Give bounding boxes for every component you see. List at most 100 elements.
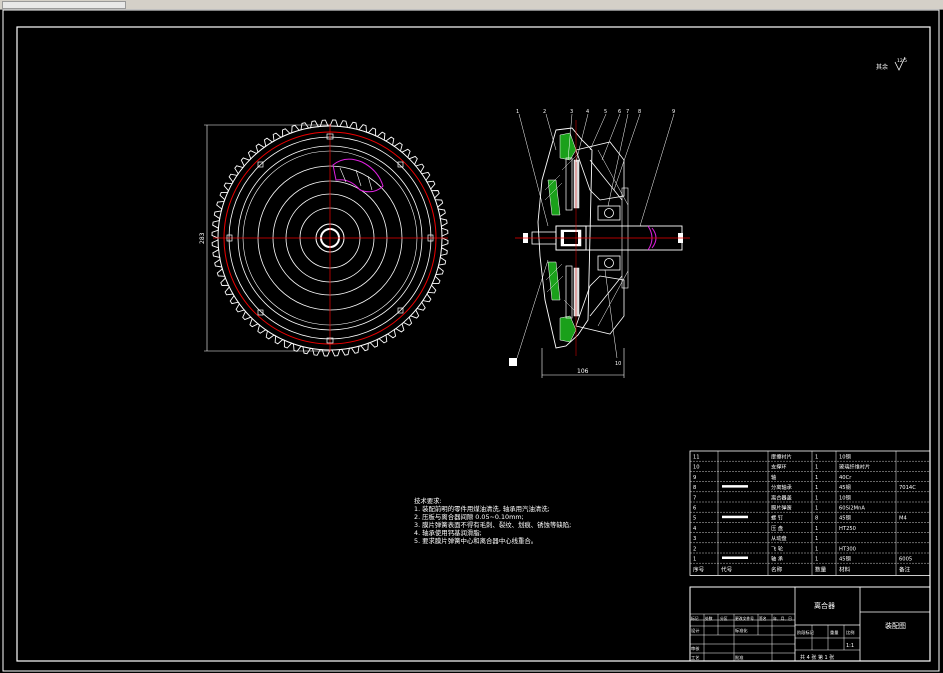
bom-code-bar xyxy=(722,515,748,519)
leader-label-6: 6 xyxy=(618,109,621,115)
bom-cell-material: 40Cr xyxy=(839,475,852,481)
notes-title: 技术要求: xyxy=(414,497,442,505)
outer-frame xyxy=(2,9,940,672)
bom-cell-material: 45钢 xyxy=(839,514,851,522)
bom-cell-no: 8 xyxy=(693,485,696,491)
note-item-5: 5. 要求膜片弹簧中心和离合器中心线重合。 xyxy=(414,537,538,546)
bom-header-name: 名称 xyxy=(771,566,783,574)
bom-cell-name: 压 盘 xyxy=(771,524,783,532)
leader-label-9: 9 xyxy=(672,109,675,115)
drawing-type: 装配图 xyxy=(885,621,906,630)
bom-cell-name: 飞 轮 xyxy=(771,544,783,552)
bom-cell-no: 1 xyxy=(693,557,696,563)
bom-cell-note: 6005 xyxy=(899,557,912,563)
bom-cell-name: 摩擦衬片 xyxy=(771,453,792,461)
tb-label-standard: 标准化 xyxy=(735,627,748,634)
bom-cell-material: 10钢 xyxy=(839,453,851,461)
bom-cell-material: 45钢 xyxy=(839,555,851,563)
tb-label-design: 设计 xyxy=(691,627,699,634)
tb-label-count: 处数 xyxy=(705,616,713,621)
part-name: 离合器 xyxy=(814,601,835,610)
section-width-dim: 106 xyxy=(577,368,589,375)
leader-label-3: 3 xyxy=(570,109,573,115)
leader-label-2: 2 xyxy=(543,109,546,115)
leader-lines xyxy=(516,113,675,359)
bom-cell-no: 10 xyxy=(693,465,700,471)
bom-cell-qty: 1 xyxy=(815,485,818,491)
bom-cell-name: 支撑环 xyxy=(771,463,787,471)
bom-cell-material: 45钢 xyxy=(839,483,851,491)
bom-cell-qty: 1 xyxy=(815,536,818,542)
roughness-label: 其余 xyxy=(876,63,888,71)
bom-cell-name: 从动盘 xyxy=(771,534,787,542)
bom-cell-material: 60Si2MnA xyxy=(839,506,865,512)
bom-cell-no: 6 xyxy=(693,506,696,512)
bom-cell-no: 11 xyxy=(693,455,700,461)
leader-marker xyxy=(509,358,517,366)
leader-label-5: 5 xyxy=(604,109,607,115)
leader-label-10: 10 xyxy=(615,361,621,367)
leader-label-7: 7 xyxy=(626,109,629,115)
tb-label-sign: 签名 xyxy=(759,616,767,621)
bom-header-no: 序号 xyxy=(693,566,705,574)
leader-label-1: 1 xyxy=(516,109,519,115)
note-item-1: 1. 装配前明的零件用煤油清洗, 轴承用汽油清洗; xyxy=(414,505,550,514)
tb-label-change: 更改文件号 xyxy=(735,616,754,621)
tb-label-zone: 分区 xyxy=(720,616,728,621)
clutch-section-view: 106 1 2 3 4 5 6 7 8 9 10 xyxy=(509,109,690,378)
inner-frame xyxy=(16,26,931,662)
bom-cell-material: 10钢 xyxy=(839,493,851,501)
bom-cell-name: 螺 钉 xyxy=(771,514,783,522)
bom-header-note: 备注 xyxy=(899,566,911,574)
technical-requirements: 技术要求: 1. 装配前明的零件用煤油清洗, 轴承用汽油清洗; 2. 压板与离合… xyxy=(414,497,571,546)
bom-cell-no: 9 xyxy=(693,475,696,481)
bom-cell-qty: 8 xyxy=(815,516,818,522)
bom-table: 11 摩擦衬片 1 10钢10 支撑环 1 玻璃纤维衬片9 轴 1 40Cr8 分离轴承 1 45钢 70… xyxy=(689,450,931,576)
tb-label-review: 审核 xyxy=(691,645,700,652)
bom-cell-qty: 1 xyxy=(815,557,818,563)
bom-cell-name: 分离轴承 xyxy=(771,483,793,491)
roughness-value: 12.5 xyxy=(897,58,907,64)
bom-code-bar xyxy=(722,485,748,488)
bom-header-qty: 数量 xyxy=(815,566,827,574)
leader-label-4: 4 xyxy=(586,109,589,115)
bom-cell-qty: 1 xyxy=(815,455,818,461)
tb-label-stage: 阶段标记 xyxy=(797,629,815,636)
tb-label-weight: 重量 xyxy=(830,629,838,636)
bom-cell-no: 5 xyxy=(693,516,696,522)
tb-label-approve: 批准 xyxy=(735,654,743,661)
bom-cell-material: 玻璃纤维衬片 xyxy=(839,463,870,471)
cad-drawing: 其余 12.5 283 106 1 2 3 4 5 6 7 8 9 10 11 … xyxy=(2,9,940,672)
bom-header-material: 材料 xyxy=(839,566,851,574)
sheet-info: 共 4 张 第 1 张 xyxy=(800,654,834,661)
bom-cell-name: 膜片弹簧 xyxy=(771,504,792,512)
bom-cell-no: 2 xyxy=(693,546,696,552)
bom-cell-qty: 1 xyxy=(815,495,818,501)
tb-label-process: 工艺 xyxy=(691,655,699,660)
bom-cell-qty: 1 xyxy=(815,506,818,512)
bom-cell-name: 轴 承 xyxy=(771,555,784,563)
bom-cell-qty: 1 xyxy=(815,526,818,532)
bom-cell-qty: 1 xyxy=(815,465,818,471)
tb-label-mark: 标记 xyxy=(691,616,699,621)
roughness-symbol: 其余 12.5 xyxy=(876,56,907,71)
gear-diameter-dim: 283 xyxy=(199,232,206,244)
gear-front-view: 283 xyxy=(199,119,449,357)
bom-cell-no: 7 xyxy=(693,495,696,501)
leader-label-8: 8 xyxy=(638,109,641,115)
bom-cell-no: 4 xyxy=(693,526,697,532)
bom-cell-material: HT300 xyxy=(839,546,856,552)
bom-cell-note: 7014C xyxy=(899,485,916,491)
title-block: 离合器 装配图 1:1 共 4 张 第 1 张 标记 处数 分区 更改文件号 签… xyxy=(689,586,931,662)
bom-cell-name: 轴 xyxy=(771,473,776,481)
bom-cell-material: HT250 xyxy=(839,526,856,532)
tb-label-date: 年、月、日 xyxy=(773,616,792,621)
tb-label-scale: 比例 xyxy=(846,629,854,636)
bom-cell-note: M4 xyxy=(899,516,907,522)
bom-cell-qty: 1 xyxy=(815,475,818,481)
bom-cell-qty: 1 xyxy=(815,546,818,552)
bom-cell-name: 离合器盖 xyxy=(771,493,792,501)
bom-code-bar xyxy=(722,556,748,559)
bom-header-code: 代号 xyxy=(721,566,733,574)
bom-cell-no: 3 xyxy=(693,536,696,542)
